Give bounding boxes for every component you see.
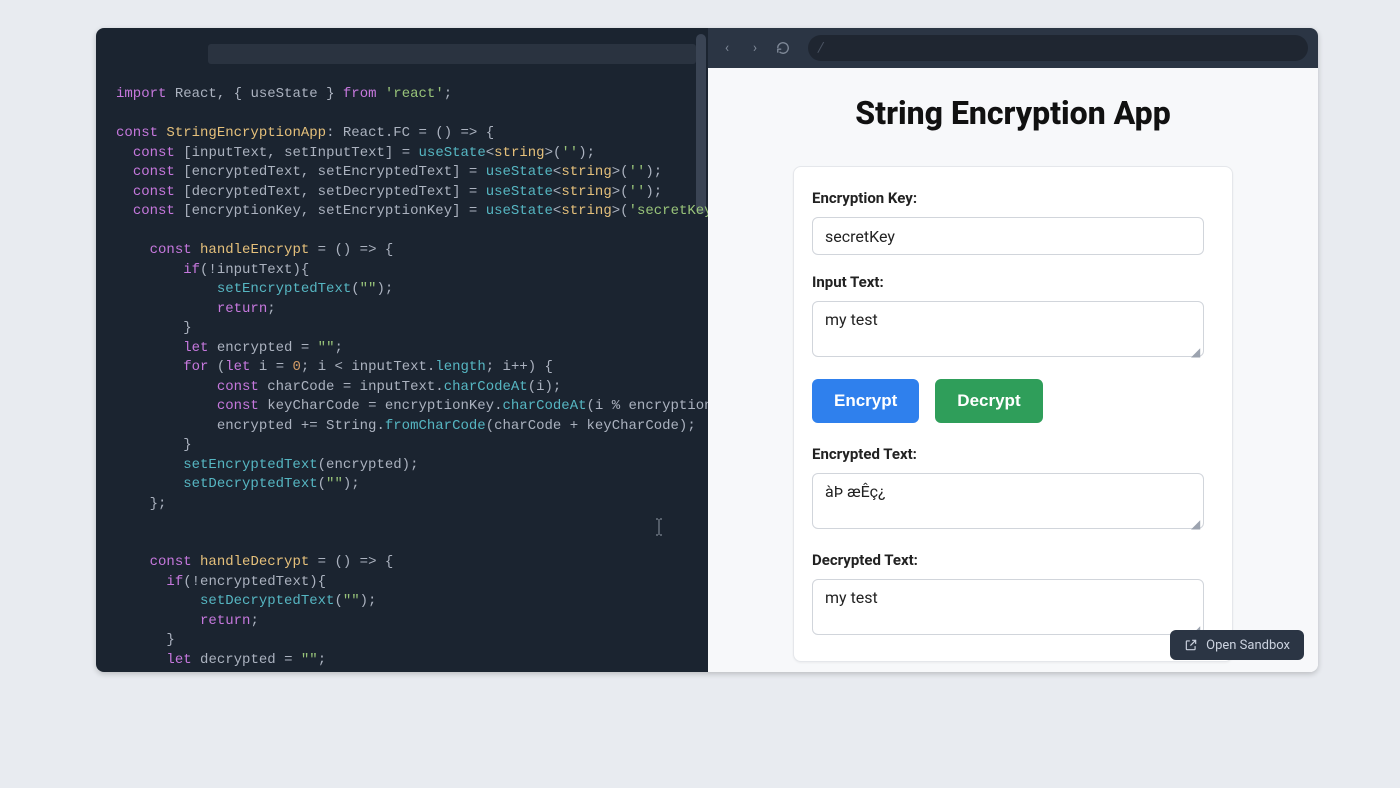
encryption-key-label: Encryption Key:	[812, 189, 1214, 207]
encryption-card: Encryption Key: Input Text: ◢ Encrypt De…	[793, 166, 1233, 662]
encrypted-text-textarea[interactable]	[812, 473, 1204, 529]
encrypted-text-label: Encrypted Text:	[812, 445, 1214, 463]
encrypt-button[interactable]: Encrypt	[812, 379, 919, 423]
decrypt-button[interactable]: Decrypt	[935, 379, 1042, 423]
input-text-textarea[interactable]	[812, 301, 1204, 357]
page-title: String Encryption App	[708, 94, 1318, 132]
external-link-icon	[1184, 638, 1198, 652]
url-input[interactable]: /	[808, 35, 1308, 61]
preview-body: String Encryption App Encryption Key: In…	[708, 68, 1318, 672]
forward-icon[interactable]: ›	[746, 39, 764, 57]
refresh-icon[interactable]	[774, 39, 792, 57]
preview-pane: ‹ › / String Encryption App Encryption K…	[708, 28, 1318, 672]
app-window: import React, { useState } from 'react';…	[96, 28, 1318, 672]
open-sandbox-label: Open Sandbox	[1206, 638, 1290, 653]
code-editor-pane[interactable]: import React, { useState } from 'react';…	[96, 28, 708, 672]
decrypted-text-textarea[interactable]	[812, 579, 1204, 635]
back-icon[interactable]: ‹	[718, 39, 736, 57]
open-sandbox-button[interactable]: Open Sandbox	[1170, 630, 1304, 660]
decrypted-text-label: Decrypted Text:	[812, 551, 1214, 569]
editor-scrollbar[interactable]	[696, 34, 706, 214]
editor-content[interactable]: import React, { useState } from 'react';…	[96, 28, 708, 672]
input-text-label: Input Text:	[812, 273, 1214, 291]
encryption-key-input[interactable]	[812, 217, 1204, 255]
browser-toolbar: ‹ › /	[708, 28, 1318, 68]
